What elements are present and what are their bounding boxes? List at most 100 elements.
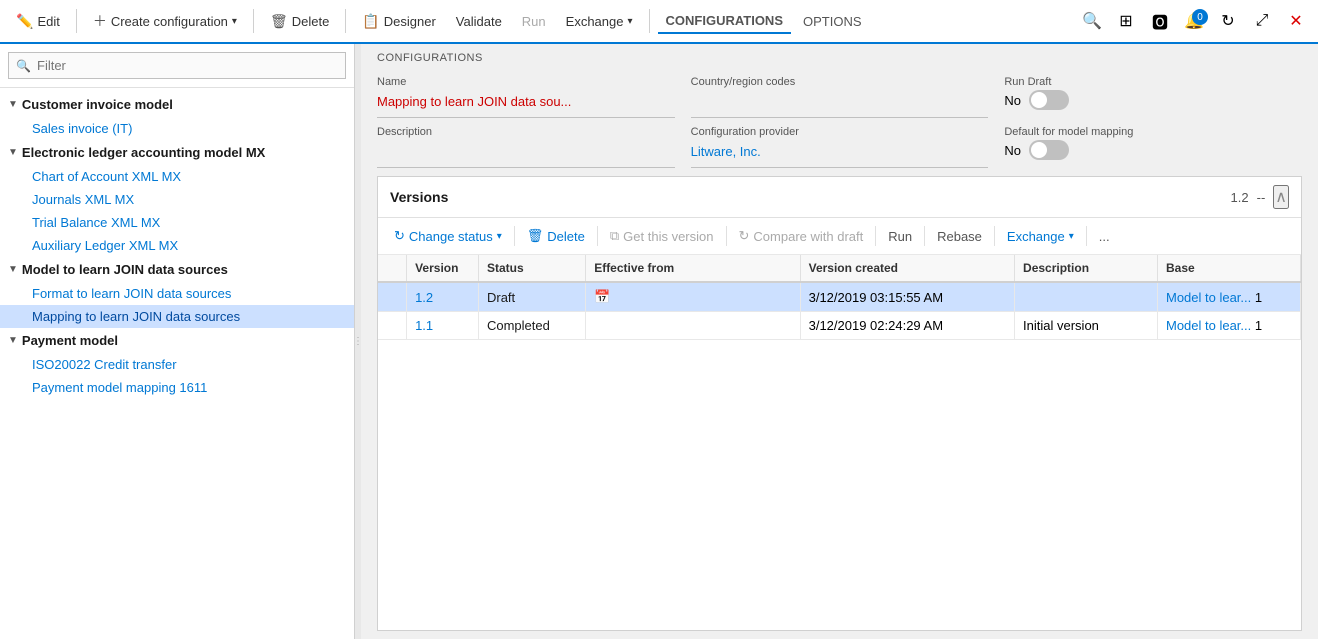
tab-options[interactable]: OPTIONS [795, 10, 870, 33]
ver-separator-7 [1086, 226, 1087, 246]
chevron-down-icon: ▼ [8, 99, 18, 110]
validate-button[interactable]: Validate [448, 10, 510, 33]
cell-status-2: Completed [478, 312, 585, 340]
versions-delete-button[interactable]: 🗑 Delete [519, 224, 593, 248]
office-icon-button[interactable]: 🅾 [1146, 7, 1174, 35]
sidebar-item-format-join[interactable]: Format to learn JOIN data sources [0, 282, 354, 305]
table-row[interactable]: 1.2 Draft 📅 3/12/2019 03:15:55 AM Model … [378, 282, 1301, 312]
sidebar-item-sales-invoice[interactable]: Sales invoice (IT) [0, 117, 354, 140]
dropdown-arrow-exchange: ▾ [627, 16, 632, 27]
sidebar-item-mapping-join[interactable]: Mapping to learn JOIN data sources [0, 305, 354, 328]
versions-meta: 1.2 -- ∧ [1231, 185, 1289, 209]
calendar-icon: 📅 [594, 289, 610, 304]
table-header-row: Version Status Effective from Version cr… [378, 255, 1301, 282]
versions-header: Versions 1.2 -- ∧ [378, 177, 1301, 218]
table-row[interactable]: 1.1 Completed 3/12/2019 02:24:29 AM Init… [378, 312, 1301, 340]
notification-badge: 0 [1192, 9, 1208, 25]
tree-group-label: Payment model [22, 333, 118, 348]
edit-button[interactable]: ✏️ Edit [8, 9, 68, 34]
rebase-button[interactable]: Rebase [929, 225, 990, 248]
config-section-header: CONFIGURATIONS [361, 44, 1318, 76]
tree-parent-payment-model[interactable]: ▼ Payment model [0, 328, 354, 353]
tree-group-label: Electronic ledger accounting model MX [22, 145, 265, 160]
versions-toolbar: ↻ Change status ▾ 🗑 Delete ⧉ Get this ve… [378, 218, 1301, 255]
plus-icon: ＋ [93, 11, 107, 31]
versions-run-button[interactable]: Run [880, 225, 920, 248]
ver-separator-3 [726, 226, 727, 246]
open-external-button[interactable]: ⤢ [1248, 7, 1276, 35]
notification-button[interactable]: 🔔 0 [1180, 7, 1208, 35]
dropdown-arrow-create: ▾ [232, 16, 237, 27]
separator-1 [76, 9, 77, 33]
default-mapping-toggle-row: No [1004, 140, 1302, 160]
create-config-button[interactable]: ＋ Create configuration ▾ [85, 7, 245, 35]
col-header-version: Version [407, 255, 479, 282]
tree-group-electronic-ledger: ▼ Electronic ledger accounting model MX … [0, 140, 354, 257]
ver-separator-1 [514, 226, 515, 246]
default-mapping-toggle[interactable] [1029, 140, 1069, 160]
cell-effective-1: 📅 [586, 282, 800, 312]
cell-base-2: Model to lear... 1 [1157, 312, 1300, 340]
sidebar-item-auxiliary-ledger[interactable]: Auxiliary Ledger XML MX [0, 234, 354, 257]
delete-button[interactable]: 🗑 Delete [262, 9, 337, 34]
sidebar-item-payment-mapping[interactable]: Payment model mapping 1611 [0, 376, 354, 399]
change-status-icon: ↻ [394, 228, 405, 244]
search-icon: 🔍 [1082, 11, 1102, 31]
run-draft-toggle[interactable] [1029, 90, 1069, 110]
refresh-button[interactable]: ↻ [1214, 7, 1242, 35]
compare-draft-button[interactable]: ↻ Compare with draft [731, 224, 872, 248]
separator-4 [649, 9, 650, 33]
versions-exchange-button[interactable]: Exchange ▾ [999, 225, 1082, 248]
ver-separator-6 [994, 226, 995, 246]
sidebar-item-iso20022[interactable]: ISO20022 Credit transfer [0, 353, 354, 376]
config-section-label: CONFIGURATIONS [377, 52, 1302, 64]
default-mapping-value: No [1004, 143, 1021, 158]
trash-icon: 🗑 [527, 228, 544, 244]
col-header-description: Description [1015, 255, 1158, 282]
tree-parent-model-join[interactable]: ▼ Model to learn JOIN data sources [0, 257, 354, 282]
main-layout: 🔍 ▼ Customer invoice model Sales invoice… [0, 44, 1318, 639]
search-button[interactable]: 🔍 [1078, 7, 1106, 35]
toggle-knob-2 [1031, 142, 1047, 158]
main-toolbar: ✏️ Edit ＋ Create configuration ▾ 🗑 Delet… [0, 0, 1318, 44]
cell-r-1 [378, 282, 407, 312]
grid-icon-button[interactable]: ⊞ [1112, 7, 1140, 35]
get-version-button[interactable]: ⧉ Get this version [602, 224, 722, 248]
sidebar-item-chart-account[interactable]: Chart of Account XML MX [0, 165, 354, 188]
chevron-down-icon: ▼ [8, 147, 18, 158]
sidebar-item-journals[interactable]: Journals XML MX [0, 188, 354, 211]
ver-separator-4 [875, 226, 876, 246]
filter-input[interactable] [8, 52, 346, 79]
chevron-down-icon: ▼ [8, 264, 18, 275]
tree-parent-electronic-ledger[interactable]: ▼ Electronic ledger accounting model MX [0, 140, 354, 165]
field-description: Description [377, 126, 675, 168]
designer-button[interactable]: 📋 Designer [354, 9, 443, 34]
more-options-button[interactable]: ... [1091, 225, 1118, 248]
provider-value[interactable]: Litware, Inc. [691, 140, 989, 168]
dropdown-arrow-status: ▾ [497, 231, 502, 242]
run-button[interactable]: Run [514, 10, 554, 33]
cell-version-1: 1.2 [407, 282, 479, 312]
chevron-down-icon: ▼ [8, 335, 18, 346]
versions-collapse-button[interactable]: ∧ [1273, 185, 1289, 209]
exchange-button[interactable]: Exchange ▾ [558, 10, 641, 33]
field-default-mapping: Default for model mapping No [1004, 126, 1302, 168]
country-value [691, 90, 989, 118]
provider-label: Configuration provider [691, 126, 989, 138]
separator-2 [253, 9, 254, 33]
dropdown-arrow-ver-exchange: ▾ [1069, 231, 1074, 242]
name-value: Mapping to learn JOIN data sou... [377, 90, 675, 118]
cell-version-2: 1.1 [407, 312, 479, 340]
tree-parent-customer-invoice[interactable]: ▼ Customer invoice model [0, 92, 354, 117]
change-status-button[interactable]: ↻ Change status ▾ [386, 224, 510, 248]
sidebar-tree: ▼ Customer invoice model Sales invoice (… [0, 88, 354, 639]
get-version-icon: ⧉ [610, 228, 619, 244]
filter-wrapper: 🔍 [8, 52, 346, 79]
designer-icon: 📋 [362, 13, 379, 30]
close-button[interactable]: ✕ [1282, 7, 1310, 35]
sidebar-item-trial-balance[interactable]: Trial Balance XML MX [0, 211, 354, 234]
run-draft-toggle-row: No [1004, 90, 1302, 110]
tree-group-customer-invoice: ▼ Customer invoice model Sales invoice (… [0, 92, 354, 140]
description-label: Description [377, 126, 675, 138]
tab-configurations[interactable]: CONFIGURATIONS [658, 9, 791, 34]
